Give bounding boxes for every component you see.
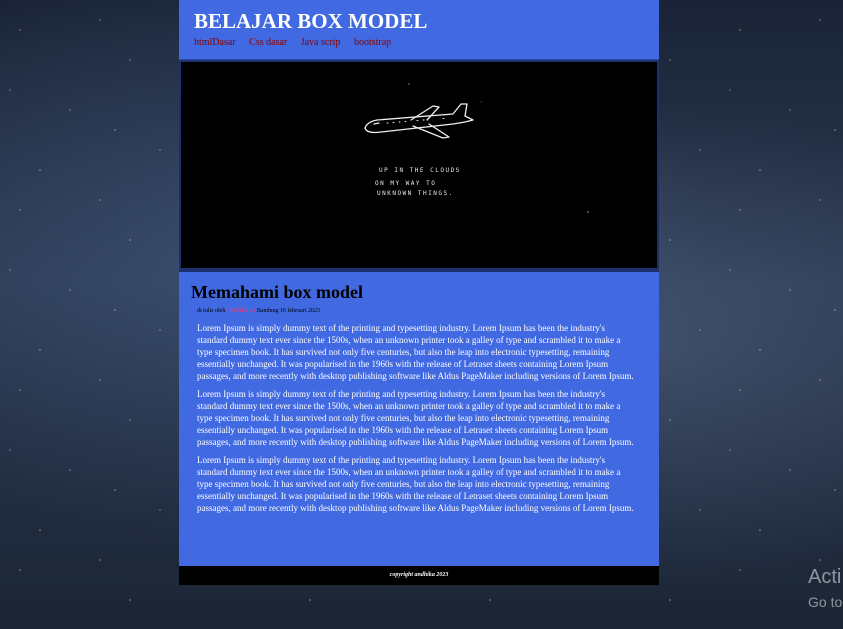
watermark-line-1: Acti (808, 566, 842, 588)
site-footer: copyright andhika 2023 (179, 566, 659, 585)
nav-link-bootstrap[interactable]: bootstrap (354, 37, 391, 48)
caption-line-2: ON MY WAY TO (375, 180, 436, 187)
caption-line-3: UNKNOWN THINGS. (377, 190, 454, 197)
star-dot (408, 83, 410, 85)
article-paragraph-3: Lorem Ipsum is simply dummy text of the … (197, 455, 634, 513)
article-section: Memahami box model di tulis oleh Andhika… (179, 270, 659, 566)
article-title: Memahami box model (191, 282, 363, 302)
airplane-illustration: UP IN THE CLOUDS ON MY WAY TO UNKNOWN TH… (181, 62, 657, 268)
page-container: BELAJAR BOX MODEL htmlDasar Css dasar Ja… (179, 0, 659, 585)
nav-link-html-dasar[interactable]: htmlDasar (194, 37, 236, 48)
star-dot (587, 211, 589, 213)
meta-prefix: di tulis oleh (197, 308, 226, 314)
meta-date: Bandung 16 februari 2023 (256, 308, 320, 314)
main-nav: htmlDasar Css dasar Java scrip bootstrap (194, 37, 644, 49)
article-paragraph-2: Lorem Ipsum is simply dummy text of the … (197, 389, 634, 447)
author-name: Andhika Lp (226, 308, 256, 314)
site-title: BELAJAR BOX MODEL (194, 9, 428, 33)
star-dot (480, 101, 482, 103)
nav-link-css-dasar[interactable]: Css dasar (249, 37, 287, 48)
site-header: BELAJAR BOX MODEL htmlDasar Css dasar Ja… (179, 0, 659, 60)
nav-link-java-scrip[interactable]: Java scrip (301, 37, 341, 48)
watermark-line-2: Go to (808, 594, 843, 610)
caption-line-1: UP IN THE CLOUDS (379, 167, 461, 174)
windows-activation-watermark: Acti Go to (808, 565, 842, 611)
article-meta: di tulis oleh Andhika Lp Bandung 16 febr… (197, 306, 647, 316)
hero-image: UP IN THE CLOUDS ON MY WAY TO UNKNOWN TH… (179, 60, 659, 270)
article-paragraph-1: Lorem Ipsum is simply dummy text of the … (197, 323, 634, 381)
